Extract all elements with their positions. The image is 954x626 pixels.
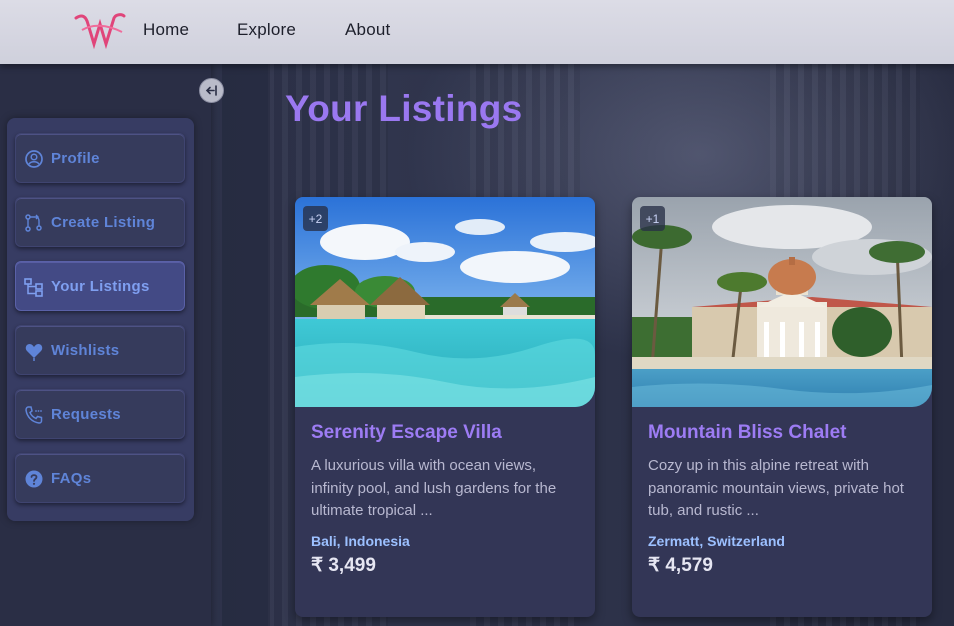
user-circle-icon [25,150,43,168]
nav-home[interactable]: Home [143,20,189,40]
sidebar-item-label: Wishlists [51,342,120,359]
sidebar-item-profile[interactable]: Profile [15,133,185,183]
question-icon [25,470,43,488]
sidebar-item-label: FAQs [51,470,92,487]
sidebar-item-faqs[interactable]: FAQs [15,453,185,503]
sidebar-item-requests[interactable]: Requests [15,389,185,439]
listing-image[interactable] [295,197,595,407]
listing-price: ₹ 3,499 [311,555,376,576]
page-title: Your Listings [285,88,523,129]
listing-card-serenity-escape-villa[interactable]: +2 Serenity Escape Villa A luxurious vil… [295,197,595,617]
nav-explore[interactable]: Explore [237,20,296,40]
sidebar-item-label: Profile [51,150,100,167]
listing-location: Bali, Indonesia [311,533,410,549]
collapse-sidebar-button[interactable] [199,78,224,103]
sidebar-item-label: Requests [51,406,121,423]
sidebar-item-your-listings[interactable]: Your Listings [15,261,185,311]
listing-title[interactable]: Serenity Escape Villa [311,422,502,444]
sidebar-item-label: Create Listing [51,214,156,231]
nav-about[interactable]: About [345,20,390,40]
listing-image[interactable] [632,197,932,407]
listing-description: A luxurious villa with ocean views, infi… [311,457,557,519]
listing-description: Cozy up in this alpine retreat with pano… [648,457,904,519]
arrow-left-bar-icon [205,85,217,96]
sidebar-menu: Profile Create Listing Your Listings Wis… [7,118,194,521]
sidebar-item-create-listing[interactable]: Create Listing [15,197,185,247]
brand-logo[interactable] [72,10,126,50]
listing-location: Zermatt, Switzerland [648,533,785,549]
listing-price: ₹ 4,579 [648,555,713,576]
sidebar-item-wishlists[interactable]: Wishlists [15,325,185,375]
git-branch-icon [25,214,42,232]
sitemap-icon [24,278,43,297]
listing-card-mountain-bliss-chalet[interactable]: +1 Mountain Bliss Chalet Cozy up in this… [632,197,932,617]
phone-icon [25,406,43,424]
top-navbar: Home Explore About [0,0,954,64]
photo-count-badge: +1 [640,206,665,231]
listing-title[interactable]: Mountain Bliss Chalet [648,422,846,444]
sidebar-item-label: Your Listings [51,278,150,295]
heart-icon [25,344,43,361]
photo-count-badge: +2 [303,206,328,231]
